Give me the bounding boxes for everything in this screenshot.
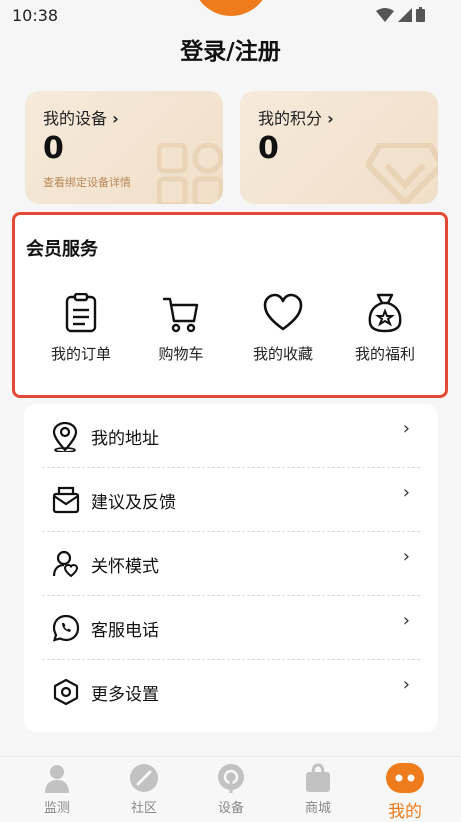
my-devices-label: 我的设备 › — [43, 109, 119, 128]
my-points-card[interactable]: 我的积分 › 0 — [240, 91, 438, 204]
menu-item-service-phone[interactable]: 客服电话 › — [42, 596, 420, 660]
my-devices-count: 0 — [43, 131, 64, 166]
service-label: 购物车 — [158, 345, 204, 363]
tab-label: 我的 — [388, 802, 422, 822]
my-devices-card[interactable]: 我的设备 › 0 查看绑定设备详情 — [25, 91, 223, 204]
service-label: 我的收藏 — [252, 345, 313, 363]
tab-device[interactable]: 设备 — [196, 763, 266, 816]
feedback-icon — [52, 486, 80, 514]
tab-label: 社区 — [130, 801, 157, 816]
status-icons — [376, 7, 425, 22]
menu-item-address[interactable]: 我的地址 › — [42, 404, 420, 468]
person-icon — [45, 765, 69, 793]
my-points-label: 我的积分 › — [258, 109, 334, 128]
login-register-link[interactable]: 登录/注册 — [0, 32, 461, 66]
gift-bag-icon — [368, 293, 402, 333]
tab-label: 商城 — [304, 801, 331, 816]
my-points-count: 0 — [258, 131, 279, 166]
tab-label: 设备 — [217, 801, 244, 816]
menu-label: 客服电话 — [91, 621, 159, 641]
service-welfare[interactable]: 我的福利 — [331, 293, 439, 373]
menu-label: 建议及反馈 — [91, 493, 176, 513]
chevron-right-icon: › — [402, 418, 410, 439]
settings-icon — [53, 678, 79, 706]
diamond-decoration-icon — [366, 143, 438, 204]
community-icon — [130, 764, 158, 792]
location-pin-icon — [52, 422, 78, 452]
tab-community[interactable]: 社区 — [109, 763, 179, 816]
service-my-orders[interactable]: 我的订单 — [27, 293, 135, 373]
clipboard-icon — [65, 293, 97, 333]
service-label: 我的福利 — [354, 345, 415, 363]
tab-label: 监测 — [43, 801, 70, 816]
phone-icon — [52, 614, 80, 642]
chevron-right-icon: › — [402, 674, 410, 695]
tab-monitor[interactable]: 监测 — [22, 763, 92, 816]
tab-mine[interactable]: 我的 — [370, 763, 440, 822]
battery-icon — [416, 7, 425, 22]
service-cart[interactable]: 购物车 — [127, 293, 235, 373]
cart-icon — [162, 297, 199, 333]
menu-label: 关怀模式 — [91, 557, 159, 577]
menu-label: 更多设置 — [91, 685, 159, 705]
tab-shop[interactable]: 商城 — [283, 763, 353, 816]
signal-icon — [398, 7, 412, 22]
menu-item-more-settings[interactable]: 更多设置 › — [42, 660, 420, 724]
settings-menu: 我的地址 › 建议及反馈 › 关怀模式 › 客服电话 › 更多设置 › — [24, 404, 438, 732]
member-services-title: 会员服务 — [26, 239, 98, 260]
mine-icon — [386, 763, 424, 793]
menu-label: 我的地址 — [91, 429, 159, 449]
status-time: 10:38 — [12, 6, 59, 25]
qr-decoration-icon — [157, 143, 223, 204]
chevron-right-icon: › — [327, 109, 334, 128]
chevron-right-icon: › — [402, 546, 410, 567]
service-favorites[interactable]: 我的收藏 — [229, 293, 337, 373]
service-label: 我的订单 — [50, 345, 111, 363]
chevron-right-icon: › — [402, 610, 410, 631]
chevron-right-icon: › — [112, 109, 119, 128]
tab-bar: 监测 社区 设备 商城 我的 — [0, 756, 461, 822]
menu-item-feedback[interactable]: 建议及反馈 › — [42, 468, 420, 532]
view-devices-link[interactable]: 查看绑定设备详情 — [43, 174, 131, 190]
shop-bag-icon — [306, 763, 330, 792]
menu-item-care-mode[interactable]: 关怀模式 › — [42, 532, 420, 596]
care-icon — [52, 550, 79, 578]
chevron-right-icon: › — [402, 482, 410, 503]
member-services-panel: 会员服务 我的订单 购物车 我的收藏 我的福利 — [12, 212, 448, 398]
heart-icon — [263, 293, 303, 331]
device-icon — [218, 764, 244, 793]
wifi-icon — [376, 7, 394, 22]
